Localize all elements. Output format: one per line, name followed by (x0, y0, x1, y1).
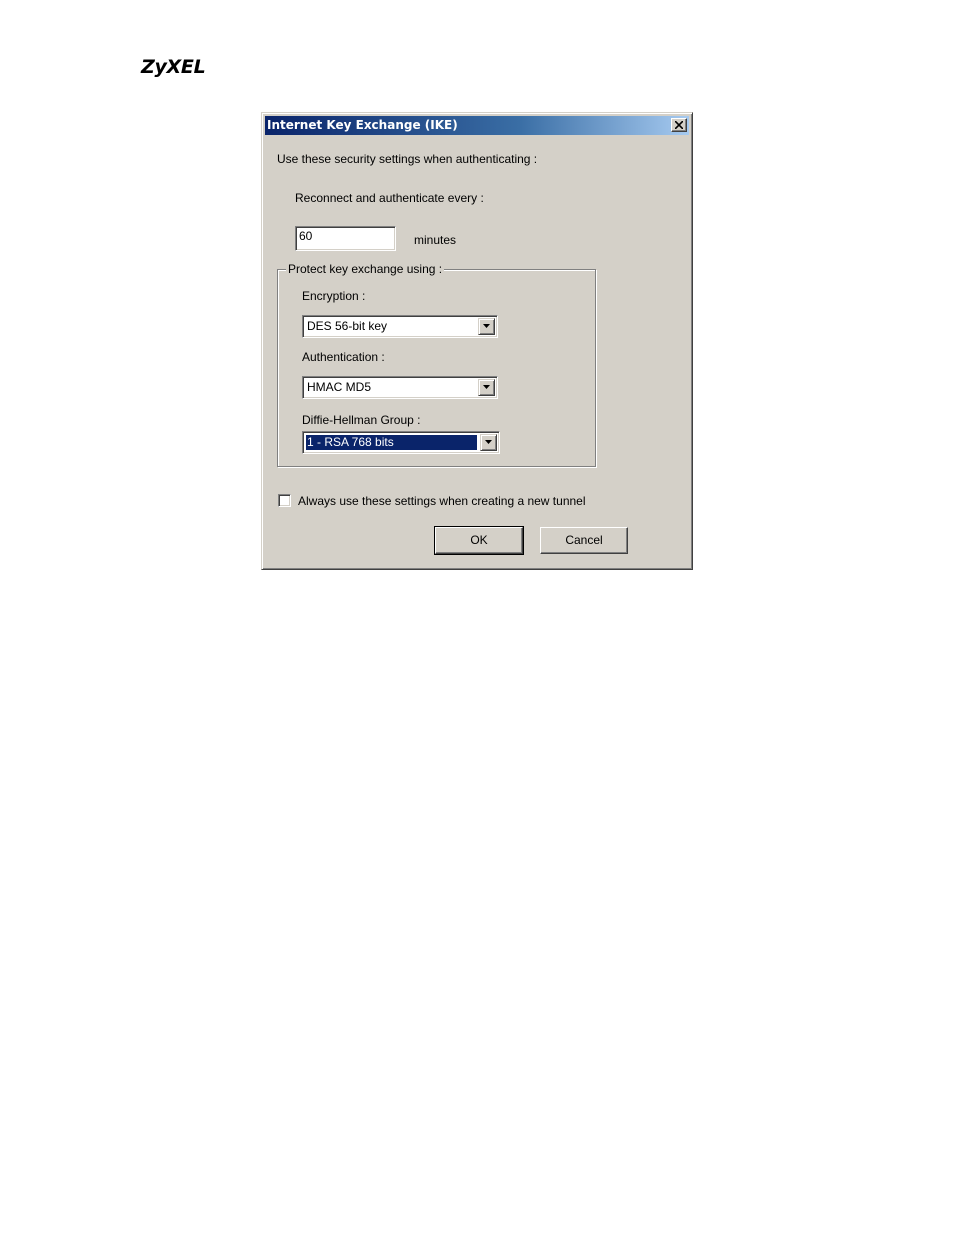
cancel-button[interactable]: Cancel (540, 527, 628, 554)
zyxel-logo: ZyXEL (141, 56, 206, 78)
close-button[interactable] (671, 118, 687, 132)
authentication-dropdown-button[interactable] (478, 379, 495, 396)
ike-dialog: Internet Key Exchange (IKE) Use these se… (261, 112, 693, 570)
dh-group-dropdown-button[interactable] (480, 434, 497, 451)
protect-key-exchange-group: Protect key exchange using : Encryption … (277, 262, 596, 467)
encryption-select[interactable]: DES 56-bit key (302, 315, 498, 338)
always-use-settings-label[interactable]: Always use these settings when creating … (298, 494, 586, 508)
reconnect-label: Reconnect and authenticate every : (295, 191, 484, 205)
authentication-label: Authentication : (302, 350, 385, 364)
intro-label: Use these security settings when authent… (277, 152, 538, 166)
dh-group-selected-value: 1 - RSA 768 bits (305, 434, 478, 451)
authentication-select[interactable]: HMAC MD5 (302, 376, 498, 399)
dialog-title: Internet Key Exchange (IKE) (267, 118, 458, 132)
chevron-down-icon (483, 385, 490, 389)
encryption-selected-value: DES 56-bit key (307, 319, 388, 333)
group-label: Protect key exchange using : (286, 262, 445, 276)
dh-group-select[interactable]: 1 - RSA 768 bits (302, 431, 500, 454)
encryption-label: Encryption : (302, 289, 366, 303)
chevron-down-icon (485, 440, 492, 444)
close-x-icon (675, 121, 683, 129)
ok-button[interactable]: OK (434, 526, 524, 555)
always-use-settings-checkbox[interactable] (278, 494, 291, 507)
chevron-down-icon (483, 324, 490, 328)
reconnect-minutes-input[interactable]: 60 (295, 226, 396, 251)
authentication-selected-value: HMAC MD5 (307, 380, 372, 394)
encryption-dropdown-button[interactable] (478, 318, 495, 335)
minutes-unit-label: minutes (414, 233, 457, 247)
dialog-titlebar[interactable]: Internet Key Exchange (IKE) (265, 116, 689, 135)
dh-group-label: Diffie-Hellman Group : (302, 413, 421, 427)
